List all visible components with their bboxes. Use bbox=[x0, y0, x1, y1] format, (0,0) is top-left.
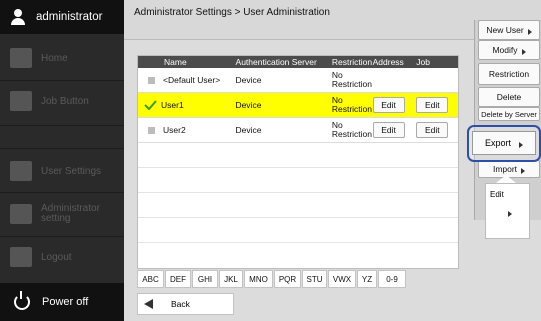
alpha-filter-button[interactable]: PQR bbox=[274, 270, 301, 288]
column-header-name: Name bbox=[164, 57, 187, 67]
chevron-right-icon bbox=[521, 48, 526, 55]
user-table: Name Authentication Server Restriction A… bbox=[137, 55, 459, 269]
delete-button[interactable]: Delete bbox=[478, 87, 540, 107]
edit-job-button[interactable]: Edit bbox=[416, 97, 449, 113]
restriction-cell: No Restriction bbox=[331, 120, 372, 139]
auth-cell: Device bbox=[235, 100, 262, 110]
checkmark-icon bbox=[144, 100, 157, 110]
alpha-filter-button[interactable]: MNO bbox=[244, 270, 273, 288]
power-off-button[interactable]: Power off bbox=[0, 283, 124, 321]
delete-by-server-button[interactable]: Delete by Server bbox=[478, 107, 540, 121]
sidebar-item-label: User Settings bbox=[41, 165, 102, 177]
logout-icon bbox=[10, 247, 32, 267]
alpha-filter-button[interactable]: 0-9 bbox=[378, 270, 406, 288]
auth-cell: Device bbox=[235, 75, 262, 85]
modify-button[interactable]: Modify bbox=[478, 40, 540, 60]
export-label: Export bbox=[484, 138, 511, 148]
chevron-right-icon bbox=[519, 142, 523, 148]
home-icon bbox=[10, 48, 32, 68]
alpha-filter-button[interactable]: DEF bbox=[165, 270, 191, 288]
chevron-right-icon bbox=[508, 211, 512, 217]
new-user-label: New User bbox=[486, 25, 524, 35]
power-off-label: Power off bbox=[42, 296, 89, 308]
job-button-icon bbox=[10, 91, 32, 111]
checkbox-icon bbox=[148, 76, 155, 84]
sidebar-item-administrator-setting[interactable]: Administrator setting bbox=[0, 199, 124, 229]
alpha-filter-button[interactable]: JKL bbox=[219, 270, 243, 288]
user-name-cell: User1 bbox=[161, 100, 184, 110]
table-row-empty bbox=[138, 193, 458, 218]
user-name-cell: User2 bbox=[163, 125, 186, 135]
column-header-auth: Authentication Server bbox=[235, 57, 317, 67]
chevron-right-icon bbox=[527, 28, 532, 35]
import-label: Import bbox=[492, 164, 518, 174]
back-label: Back bbox=[171, 299, 190, 309]
column-header-address: Address bbox=[372, 57, 404, 67]
restriction-cell: No Restriction bbox=[331, 95, 372, 114]
alpha-filter-button[interactable]: YZ bbox=[357, 270, 377, 288]
edit-submenu[interactable]: Edit bbox=[485, 183, 530, 239]
export-button[interactable]: Export bbox=[472, 131, 536, 155]
breadcrumb: Administrator Settings > User Administra… bbox=[134, 7, 330, 18]
user-icon bbox=[10, 9, 26, 25]
alpha-filter-button[interactable]: ABC bbox=[137, 270, 164, 288]
user-bar: administrator bbox=[0, 0, 124, 34]
restriction-button[interactable]: Restriction bbox=[478, 63, 540, 85]
table-row[interactable]: <Default User> Device No Restriction bbox=[138, 68, 458, 93]
sidebar-item-label: Job Button bbox=[41, 95, 89, 107]
power-icon bbox=[14, 291, 30, 310]
sidebar-item-label: Logout bbox=[41, 251, 72, 263]
table-header: Name Authentication Server Restriction A… bbox=[138, 56, 458, 68]
submenu-pointer bbox=[496, 175, 516, 183]
column-header-restriction: Restriction bbox=[331, 56, 373, 67]
user-settings-icon bbox=[10, 161, 32, 181]
sidebar-item-user-settings[interactable]: User Settings bbox=[0, 156, 124, 186]
back-arrow-icon bbox=[144, 299, 153, 309]
user-name: administrator bbox=[36, 11, 103, 23]
back-button[interactable]: Back bbox=[137, 293, 234, 315]
table-row[interactable]: User2 Device No Restriction Edit Edit bbox=[138, 118, 458, 143]
new-user-button[interactable]: New User bbox=[478, 20, 540, 40]
alpha-filter-button[interactable]: STU bbox=[302, 270, 327, 288]
edit-address-button[interactable]: Edit bbox=[372, 97, 405, 113]
table-row-empty bbox=[138, 218, 458, 243]
sidebar-item-home[interactable]: Home bbox=[0, 43, 124, 73]
sidebar-item-label: Home bbox=[41, 52, 68, 64]
alphabet-filter-bar: ABC DEF GHI JKL MNO PQR STU VWX YZ 0-9 bbox=[137, 270, 459, 288]
sidebar-item-label: Administrator setting bbox=[41, 203, 100, 224]
restriction-cell: No Restriction bbox=[331, 70, 372, 89]
user-name-cell: <Default User> bbox=[163, 75, 221, 85]
auth-cell: Device bbox=[235, 125, 262, 135]
edit-address-button[interactable]: Edit bbox=[372, 122, 405, 138]
alpha-filter-button[interactable]: GHI bbox=[192, 270, 218, 288]
alpha-filter-button[interactable]: VWX bbox=[328, 270, 356, 288]
edit-submenu-label: Edit bbox=[490, 190, 504, 199]
table-row-empty bbox=[138, 143, 458, 168]
sidebar: administrator Home Job Button User Setti… bbox=[0, 0, 124, 321]
checkbox-icon bbox=[148, 126, 155, 134]
table-row-empty bbox=[138, 168, 458, 193]
sidebar-item-logout[interactable]: Logout bbox=[0, 242, 124, 272]
column-header-job: Job bbox=[416, 57, 431, 67]
gear-icon bbox=[10, 204, 32, 224]
edit-job-button[interactable]: Edit bbox=[416, 122, 449, 138]
modify-label: Modify bbox=[492, 45, 518, 55]
sidebar-item-job-button[interactable]: Job Button bbox=[0, 86, 124, 116]
chevron-right-icon bbox=[521, 167, 526, 174]
table-row-selected[interactable]: User1 Device No Restriction Edit Edit bbox=[138, 93, 458, 118]
